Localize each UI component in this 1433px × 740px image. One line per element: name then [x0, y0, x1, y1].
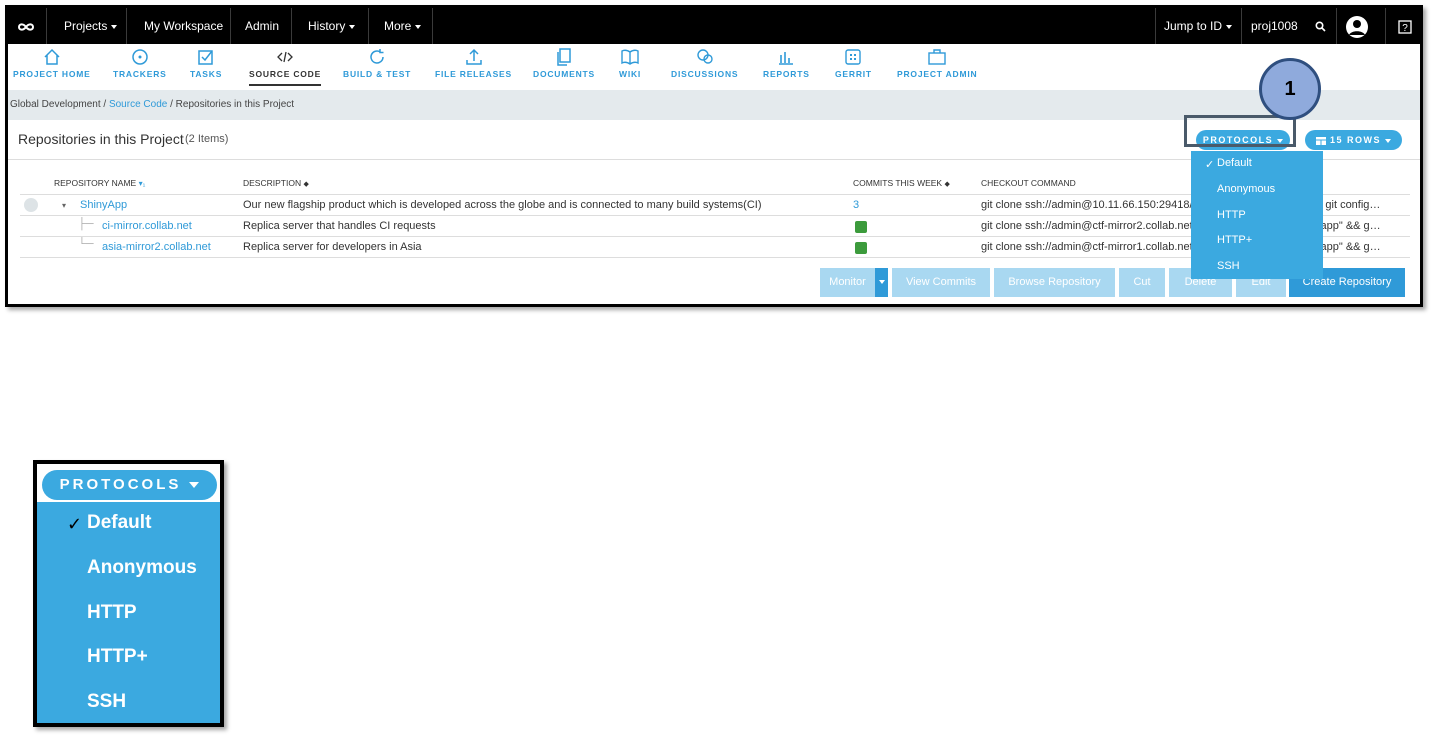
- tool-reports[interactable]: REPORTS: [763, 47, 810, 79]
- bar-chart-icon: [779, 52, 794, 65]
- inset-option-http-plus[interactable]: HTTP+: [87, 646, 148, 668]
- col-commits-this-week[interactable]: COMMITS THIS WEEK ◆: [853, 178, 950, 188]
- col-description[interactable]: DESCRIPTION ◆: [243, 178, 309, 188]
- protocols-zoom-inset: PROTOCOLS ✓ Default Anonymous HTTP HTTP+…: [33, 460, 224, 727]
- app-window: Projects My Workspace Admin History More…: [5, 5, 1423, 307]
- rows-per-page-button[interactable]: 15 ROWS: [1305, 130, 1402, 150]
- help-icon[interactable]: ?: [1398, 8, 1412, 44]
- tool-project-home[interactable]: PROJECT HOME: [13, 47, 91, 79]
- project-id-input[interactable]: proj1008: [1251, 8, 1298, 44]
- projects-menu[interactable]: Projects: [64, 8, 118, 44]
- home-icon: [44, 48, 60, 65]
- callout-badge: 1: [1259, 58, 1321, 120]
- checkout-command: git clone ssh://admin@ctf-mirror2.collab…: [981, 220, 1193, 232]
- breadcrumb-current: Repositories in this Project: [175, 99, 295, 110]
- commits-count[interactable]: 3: [853, 199, 859, 211]
- table-icon: [1315, 136, 1326, 145]
- search-icon[interactable]: [1315, 8, 1326, 44]
- protocol-option-anonymous[interactable]: Anonymous: [1217, 183, 1275, 195]
- tool-tasks[interactable]: TASKS: [190, 47, 222, 79]
- upload-icon: [465, 48, 482, 65]
- tool-build-test[interactable]: BUILD & TEST: [343, 47, 411, 79]
- tool-trackers[interactable]: TRACKERS: [113, 47, 167, 79]
- protocols-highlight-box: [1184, 115, 1296, 147]
- tool-source-code[interactable]: SOURCE CODE: [249, 47, 322, 86]
- inset-protocols-button[interactable]: PROTOCOLS: [42, 470, 217, 500]
- inset-option-ssh[interactable]: SSH: [87, 691, 126, 713]
- jump-to-id-menu[interactable]: Jump to ID: [1164, 8, 1233, 44]
- user-avatar-icon[interactable]: [1345, 8, 1369, 44]
- protocols-dropdown: ✓ Default Anonymous HTTP HTTP+ SSH: [1191, 151, 1323, 279]
- tool-gerrit[interactable]: GERRIT: [835, 47, 872, 79]
- item-count: (2 Items): [185, 133, 229, 145]
- refresh-icon: [370, 49, 384, 64]
- monitor-dropdown-button[interactable]: [875, 268, 888, 297]
- checkout-command: git clone ssh://admin@ctf-mirror1.collab…: [981, 241, 1193, 253]
- build-status-icon[interactable]: [855, 242, 867, 254]
- book-icon: [621, 49, 639, 65]
- tool-discussions[interactable]: DISCUSSIONS: [671, 47, 738, 79]
- cut-button[interactable]: Cut: [1119, 268, 1165, 297]
- briefcase-icon: [928, 49, 946, 65]
- tasks-icon: [198, 50, 213, 65]
- col-repository-name[interactable]: REPOSITORY NAME ▾₁: [54, 178, 145, 188]
- monitor-button[interactable]: Monitor: [820, 268, 875, 297]
- history-menu[interactable]: History: [308, 8, 356, 44]
- my-workspace-link[interactable]: My Workspace: [144, 8, 223, 44]
- tool-wiki[interactable]: WIKI: [619, 47, 641, 79]
- inset-option-anonymous[interactable]: Anonymous: [87, 557, 197, 579]
- logo-icon[interactable]: [14, 8, 38, 44]
- tool-file-releases[interactable]: FILE RELEASES: [435, 47, 512, 79]
- svg-text:?: ?: [1402, 23, 1408, 34]
- view-commits-button[interactable]: View Commits: [892, 268, 990, 297]
- code-icon: [277, 51, 293, 63]
- build-status-icon[interactable]: [855, 221, 867, 233]
- checkout-command-tail: yapp" && g…: [1315, 241, 1381, 253]
- checkout-command-tail: & git config…: [1315, 199, 1381, 211]
- col-checkout-command: CHECKOUT COMMAND: [981, 178, 1076, 188]
- more-menu[interactable]: More: [384, 8, 422, 44]
- browse-repository-button[interactable]: Browse Repository: [994, 268, 1115, 297]
- repository-name[interactable]: ci-mirror.collab.net: [102, 220, 192, 232]
- project-tools-bar: PROJECT HOME TRACKERS TASKS SOURCE CODE …: [8, 44, 1420, 90]
- protocol-option-default[interactable]: Default: [1217, 157, 1252, 169]
- inset-checkmark-icon: ✓: [67, 514, 83, 534]
- tree-line-icon: └─: [78, 238, 94, 250]
- documents-icon: [557, 48, 571, 66]
- expand-caret-icon[interactable]: ▾: [62, 201, 66, 210]
- inset-option-default[interactable]: Default: [87, 512, 151, 534]
- checkout-command: git clone ssh://admin@10.11.66.150:29418…: [981, 199, 1205, 211]
- protocol-option-http-plus[interactable]: HTTP+: [1217, 234, 1252, 246]
- inset-option-http[interactable]: HTTP: [87, 602, 137, 624]
- top-nav-bar: Projects My Workspace Admin History More…: [8, 8, 1420, 44]
- repository-description: Replica server for developers in Asia: [243, 241, 422, 253]
- checkout-command-tail: yapp" && g…: [1315, 220, 1381, 232]
- repository-description: Our new flagship product which is develo…: [243, 199, 762, 211]
- tool-documents[interactable]: DOCUMENTS: [533, 47, 595, 79]
- protocol-option-ssh[interactable]: SSH: [1217, 260, 1240, 272]
- protocol-option-http[interactable]: HTTP: [1217, 209, 1246, 221]
- repository-description: Replica server that handles CI requests: [243, 220, 436, 232]
- repository-name[interactable]: asia-mirror2.collab.net: [102, 241, 211, 253]
- tree-line-icon: ├─: [78, 218, 94, 230]
- breadcrumb-source-code[interactable]: Source Code: [109, 99, 167, 110]
- admin-link[interactable]: Admin: [245, 8, 279, 44]
- inset-header: PROTOCOLS: [37, 464, 220, 502]
- row-select-radio[interactable]: [24, 198, 38, 212]
- breadcrumb-root[interactable]: Global Development: [10, 99, 101, 110]
- chat-icon: [696, 49, 713, 64]
- gerrit-icon: [845, 49, 862, 65]
- tool-project-admin[interactable]: PROJECT ADMIN: [897, 47, 977, 79]
- trackers-icon: [132, 49, 148, 65]
- checkmark-icon: ✓: [1205, 159, 1215, 171]
- page-title: Repositories in this Project: [18, 131, 184, 147]
- repository-name[interactable]: ShinyApp: [80, 199, 127, 211]
